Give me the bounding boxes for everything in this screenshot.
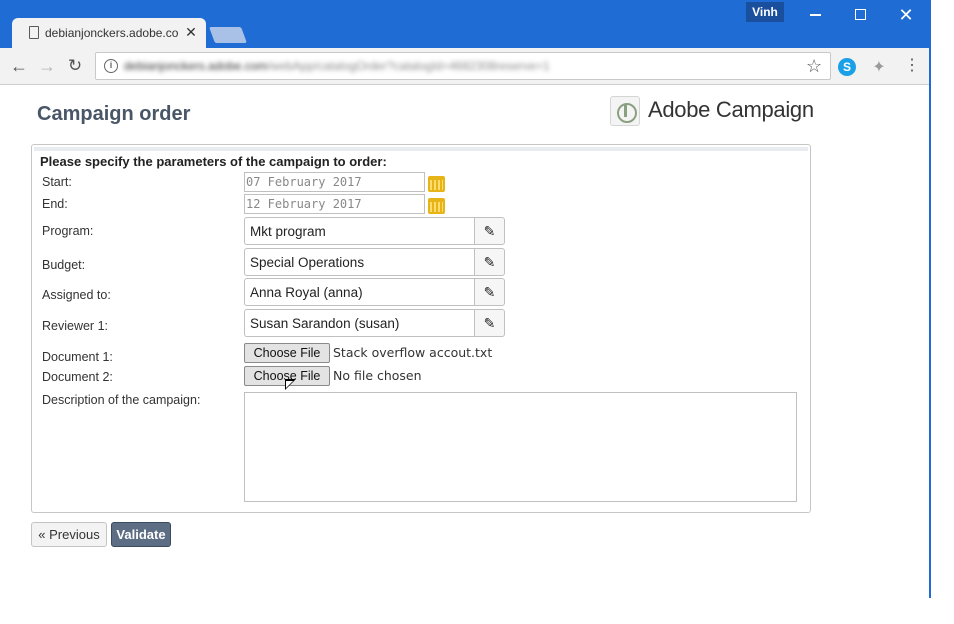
- previous-button[interactable]: « Previous: [31, 522, 107, 547]
- maximize-icon: [854, 9, 866, 21]
- minimize-icon: [809, 14, 821, 16]
- address-bar[interactable]: i debianjonckers.adobe.com/webApp/catalo…: [95, 52, 831, 80]
- program-field[interactable]: Mkt program: [244, 217, 475, 245]
- title-bar: debianjonckers.adobe.co ✕ Vinh ✕: [0, 0, 930, 48]
- profile-button[interactable]: Vinh: [746, 2, 784, 22]
- logo-text: Adobe Campaign: [648, 97, 814, 122]
- document1-label: Document 1:: [42, 350, 113, 364]
- browser-tab[interactable]: debianjonckers.adobe.co ✕: [12, 18, 206, 48]
- pencil-icon: ✎: [483, 254, 496, 270]
- pencil-icon: ✎: [483, 223, 496, 239]
- browser-chrome: debianjonckers.adobe.co ✕ Vinh ✕ ← → ↻ i…: [0, 0, 930, 85]
- campaign-order-form: Please specify the parameters of the cam…: [31, 144, 811, 513]
- back-arrow-icon[interactable]: ←: [8, 55, 30, 77]
- assigned-to-edit-button[interactable]: ✎: [474, 278, 505, 306]
- budget-field[interactable]: Special Operations: [244, 248, 475, 276]
- pencil-icon: ✎: [483, 315, 496, 331]
- adobe-campaign-logo-icon: [610, 96, 640, 126]
- skype-extension-icon[interactable]: S: [838, 58, 856, 76]
- validate-button[interactable]: Validate: [111, 522, 171, 547]
- form-intro: Please specify the parameters of the cam…: [40, 154, 387, 169]
- tab-title: debianjonckers.adobe.co: [45, 26, 179, 40]
- calendar-icon[interactable]: [428, 198, 445, 214]
- reviewer-label: Reviewer 1:: [42, 319, 108, 333]
- program-label: Program:: [42, 224, 94, 238]
- start-label: Start:: [42, 175, 72, 189]
- browser-menu-icon[interactable]: ⋮: [904, 56, 920, 76]
- assigned-to-field[interactable]: Anna Royal (anna): [244, 278, 475, 306]
- pencil-icon: ✎: [483, 284, 496, 300]
- page-title: Campaign order: [37, 103, 191, 125]
- bookmark-star-icon[interactable]: ☆: [806, 56, 822, 77]
- url-host: debianjonckers.adobe.com: [124, 59, 268, 73]
- document1-file-name: Stack overflow accout.txt: [333, 345, 493, 360]
- new-tab-button[interactable]: [209, 27, 247, 43]
- start-date-input[interactable]: 07 February 2017: [244, 172, 425, 192]
- description-label: Description of the campaign:: [42, 393, 201, 407]
- assigned-to-label: Assigned to:: [42, 288, 111, 302]
- description-textarea[interactable]: [244, 392, 797, 502]
- browser-toolbar: ← → ↻ i debianjonckers.adobe.com/webApp/…: [0, 48, 930, 85]
- budget-label: Budget:: [42, 258, 86, 272]
- budget-edit-button[interactable]: ✎: [474, 248, 505, 276]
- reviewer-edit-button[interactable]: ✎: [474, 309, 505, 337]
- close-window-button[interactable]: ✕: [891, 4, 921, 26]
- extension-icon[interactable]: ✦: [869, 57, 889, 77]
- end-date-input[interactable]: 12 February 2017: [244, 194, 425, 214]
- forward-arrow-icon[interactable]: →: [36, 55, 58, 77]
- site-info-icon[interactable]: i: [104, 59, 118, 73]
- tab-close-icon[interactable]: ✕: [184, 24, 198, 40]
- document2-label: Document 2:: [42, 370, 113, 384]
- end-label: End:: [42, 197, 68, 211]
- maximize-button[interactable]: [845, 4, 875, 26]
- window-border: [929, 0, 931, 598]
- calendar-icon[interactable]: [428, 176, 445, 192]
- minimize-button[interactable]: [800, 4, 830, 26]
- reviewer-field[interactable]: Susan Sarandon (susan): [244, 309, 475, 337]
- document1-choose-file-button[interactable]: Choose File: [244, 343, 330, 363]
- document-icon: [29, 26, 39, 39]
- document2-file-name: No file chosen: [333, 368, 422, 383]
- url-path: /webApp/catalogOrder?catalogId=4682308re…: [267, 59, 550, 73]
- reload-icon[interactable]: ↻: [64, 55, 86, 77]
- program-edit-button[interactable]: ✎: [474, 217, 505, 245]
- url-text[interactable]: debianjonckers.adobe.com/webApp/catalogO…: [124, 59, 550, 73]
